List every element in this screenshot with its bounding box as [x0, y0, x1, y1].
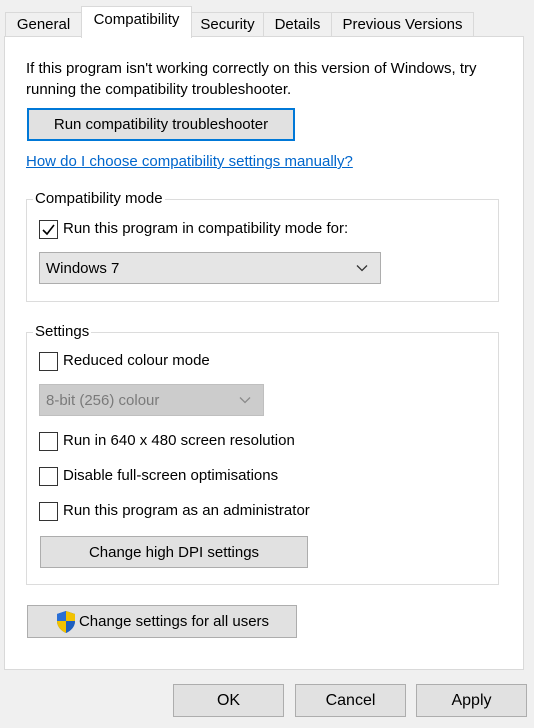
change-dpi-button[interactable]: Change high DPI settings	[40, 536, 308, 568]
run-admin-checkbox[interactable]	[39, 502, 58, 521]
ok-button[interactable]: OK	[173, 684, 284, 717]
tab-label: Details	[274, 16, 321, 33]
os-select-value: Windows 7	[46, 259, 120, 277]
tab-general[interactable]: General	[5, 12, 82, 36]
manual-settings-link[interactable]: How do I choose compatibility settings m…	[26, 153, 353, 170]
reduced-colour-label: Reduced colour mode	[63, 352, 210, 369]
cancel-button[interactable]: Cancel	[295, 684, 406, 717]
change-all-users-button[interactable]: Change settings for all users	[27, 605, 297, 638]
tab-details[interactable]: Details	[263, 12, 332, 36]
compat-mode-group	[26, 199, 499, 302]
intro-text: If this program isn't working correctly …	[26, 60, 477, 98]
compat-mode-checkbox[interactable]	[39, 220, 58, 239]
os-select[interactable]: Windows 7	[39, 252, 381, 284]
change-all-users-label: Change settings for all users	[78, 613, 270, 630]
apply-button[interactable]: Apply	[416, 684, 527, 717]
shield-icon	[56, 610, 75, 633]
tab-label: General	[16, 16, 71, 33]
tab-previous-versions[interactable]: Previous Versions	[331, 12, 474, 36]
run-admin-label: Run this program as an administrator	[63, 502, 310, 519]
colour-depth-value: 8-bit (256) colour	[46, 391, 160, 409]
tab-label: Compatibility	[93, 11, 180, 28]
disable-fullscreen-checkbox[interactable]	[39, 467, 58, 486]
colour-depth-select: 8-bit (256) colour	[39, 384, 264, 416]
disable-fullscreen-label: Disable full-screen optimisations	[63, 467, 279, 484]
res-640-checkbox[interactable]	[39, 432, 58, 451]
res-640-label: Run in 640 x 480 screen resolution	[63, 432, 295, 449]
settings-title: Settings	[33, 323, 92, 340]
run-troubleshooter-button[interactable]: Run compatibility troubleshooter	[27, 108, 295, 141]
chevron-down-icon	[239, 397, 251, 404]
tab-compatibility[interactable]: Compatibility	[81, 6, 192, 38]
tab-label: Security	[200, 16, 255, 33]
compat-mode-checkbox-label: Run this program in compatibility mode f…	[63, 220, 349, 237]
tab-label: Previous Versions	[342, 16, 463, 33]
checkmark-icon	[42, 224, 55, 236]
reduced-colour-checkbox[interactable]	[39, 352, 58, 371]
tab-security[interactable]: Security	[191, 12, 264, 36]
chevron-down-icon	[356, 265, 368, 272]
compat-mode-title: Compatibility mode	[33, 190, 165, 207]
